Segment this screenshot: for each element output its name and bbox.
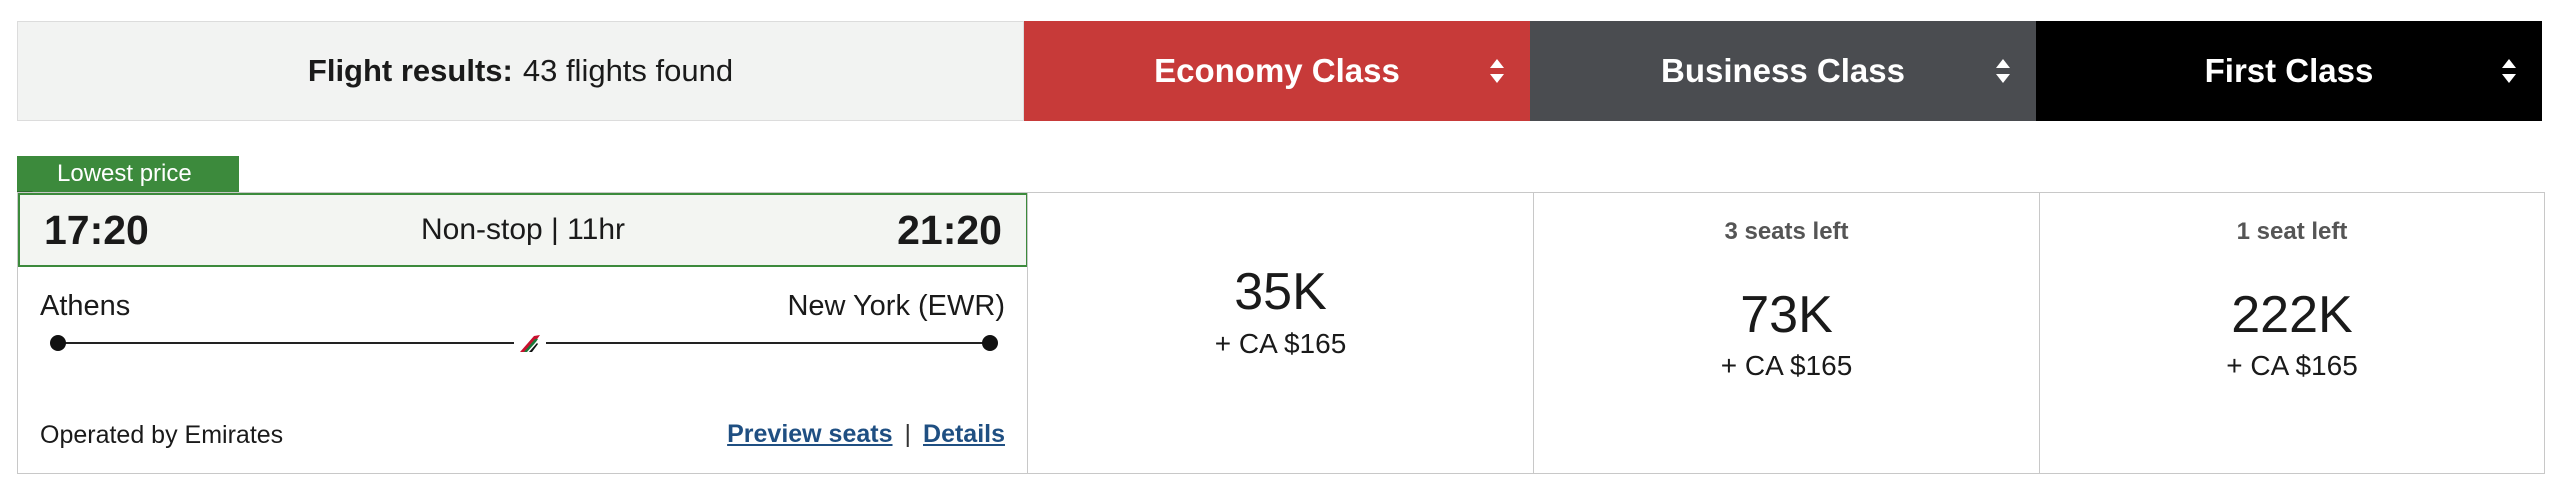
flight-result-row: 17:20 Non-stop | 11hr 21:20 Athens New Y…: [17, 192, 2545, 474]
economy-taxes: + CA $165: [1214, 328, 1347, 359]
sort-icon: [1996, 59, 2010, 83]
departure-time: 17:20: [44, 206, 149, 253]
preview-seats-link[interactable]: Preview seats: [727, 420, 892, 449]
sort-icon: [2502, 59, 2516, 83]
link-separator: |: [904, 420, 912, 448]
first-taxes: + CA $165: [2226, 350, 2358, 381]
sort-icon: [1490, 59, 1504, 83]
first-points: 222K: [2231, 286, 2353, 344]
results-count: 43 flights found: [522, 53, 734, 88]
economy-class-tab[interactable]: Economy Class: [1024, 21, 1530, 121]
results-header: Flight results: 43 flights found Economy…: [17, 21, 2542, 121]
first-class-tab[interactable]: First Class: [2036, 21, 2542, 121]
business-class-tab[interactable]: Business Class: [1530, 21, 2036, 121]
route-line: [48, 331, 1000, 355]
results-summary: Flight results: 43 flights found: [17, 21, 1024, 121]
economy-points: 35K: [1234, 263, 1327, 321]
flight-time-bar: 17:20 Non-stop | 11hr 21:20: [18, 193, 1028, 267]
economy-class-label: Economy Class: [1154, 52, 1400, 89]
economy-fare-cell[interactable]: 35K + CA $165: [1027, 192, 1533, 474]
arrival-time: 21:20: [897, 206, 1002, 253]
business-class-label: Business Class: [1661, 52, 1905, 89]
flight-links: Preview seats | Details: [727, 420, 1005, 449]
results-label: Flight results:: [307, 53, 513, 88]
details-link[interactable]: Details: [923, 420, 1005, 449]
flight-results-page: Flight results: 43 flights found Economy…: [0, 0, 2560, 487]
destination-city: New York (EWR): [787, 290, 1005, 322]
destination-dot: [982, 335, 998, 351]
emirates-tail-icon: [514, 331, 546, 355]
lowest-price-label: Lowest price: [57, 160, 192, 187]
lowest-price-badge: Lowest price: [17, 156, 239, 192]
business-taxes: + CA $165: [1720, 350, 1853, 381]
first-seats-left: 1 seat left: [2236, 218, 2348, 245]
business-seats-left: 3 seats left: [1724, 218, 1849, 245]
flight-duration: Non-stop | 11hr: [420, 213, 625, 246]
origin-city: Athens: [40, 290, 131, 322]
operated-by: Operated by Emirates: [40, 421, 284, 449]
origin-dot: [50, 335, 66, 351]
business-fare-cell[interactable]: 3 seats left 73K + CA $165: [1533, 192, 2039, 474]
business-points: 73K: [1740, 286, 1833, 344]
first-fare-cell[interactable]: 1 seat left 222K + CA $165: [2039, 192, 2545, 474]
first-class-label: First Class: [2204, 52, 2374, 89]
flight-card: 17:20 Non-stop | 11hr 21:20 Athens New Y…: [17, 192, 1028, 474]
